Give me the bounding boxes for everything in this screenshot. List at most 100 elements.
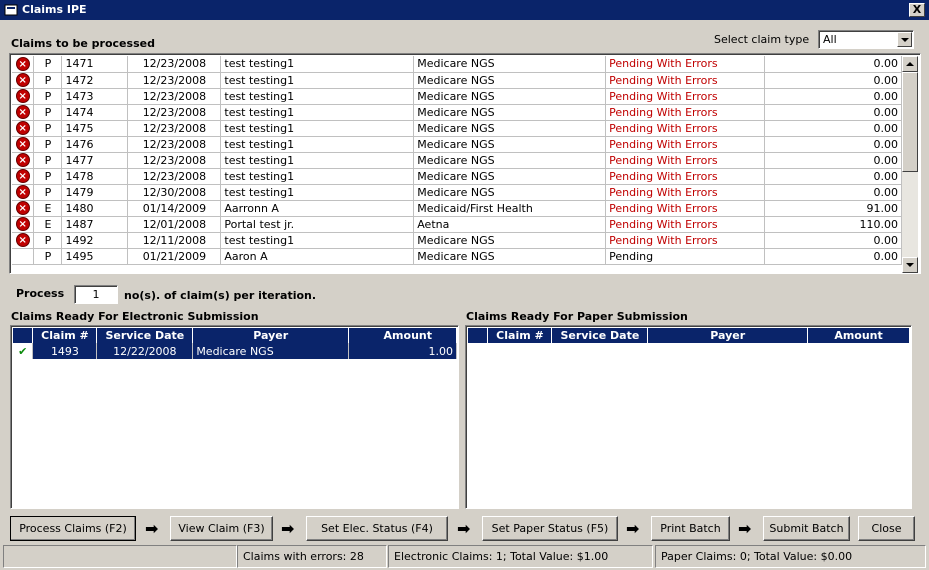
electronic-submission-grid[interactable]: Claim # Service Date Payer Amount ✔ 1493… [10,325,459,509]
table-row[interactable]: × E 1487 12/01/2008 Portal test jr. Aetna Pend… [12,216,902,233]
status-errors: Claims with errors: 28 [237,545,387,568]
amount-cell: 0.00 [764,232,902,249]
claims-to-process-heading: Claims to be processed [11,37,155,50]
service-date-cell: 12/23/2008 [127,56,222,73]
process-claims-button[interactable]: Process Claims (F2) [10,516,136,541]
window-close-button[interactable]: X [909,3,925,17]
select-claim-type-label: Select claim type [714,33,810,46]
table-row[interactable]: × P 1479 12/30/2008 test testing1 Medicare NG… [12,184,902,201]
patient-cell: test testing1 [220,184,415,201]
arrow-right-icon: ➡ [457,519,471,538]
status-code-cell: E [33,216,63,233]
payer-cell: Medicare NGS [413,88,607,105]
col-amount[interactable]: Amount [348,328,457,343]
chevron-down-icon[interactable] [897,32,912,47]
close-button[interactable]: Close [858,516,915,541]
app-icon [4,4,18,16]
claims-to-process-grid[interactable]: × P 1471 12/23/2008 test testing1 Medicare NG… [9,53,921,274]
row-icon-cell: × [12,200,35,217]
col-payer[interactable]: Payer [647,328,809,343]
print-batch-button[interactable]: Print Batch [651,516,730,541]
table-row[interactable]: × P 1473 12/23/2008 test testing1 Medicare NG… [12,88,902,105]
claim-number-cell: 1479 [61,184,129,201]
table-row[interactable]: × P 1475 12/23/2008 test testing1 Medicare NG… [12,120,902,137]
payer-cell: Medicare NGS [413,56,607,73]
service-date-cell: 01/14/2009 [127,200,222,217]
status-pane-empty [3,545,237,568]
table-row[interactable]: × P 1471 12/23/2008 test testing1 Medicare NG… [12,56,902,73]
col-claim-number[interactable]: Claim # [32,328,98,343]
window-title: Claims IPE [22,3,87,16]
claims-per-iteration-input[interactable] [74,285,118,304]
error-icon: × [15,73,30,87]
table-row[interactable]: × P 1476 12/23/2008 test testing1 Medicare NG… [12,136,902,153]
vertical-scrollbar[interactable] [902,56,918,273]
patient-cell: test testing1 [220,152,415,169]
paper-table: Claim # Service Date Payer Amount [468,328,910,343]
col-payer[interactable]: Payer [192,328,350,343]
patient-cell: test testing1 [220,56,415,73]
status-code-cell: P [33,120,63,137]
claim-type-value: All [823,33,837,46]
claim-status-cell: Pending With Errors [605,168,766,185]
claim-number-cell: 1475 [61,120,129,137]
table-row[interactable]: × E 1480 01/14/2009 Aarronn A Medicaid/First … [12,200,902,217]
electronic-table: Claim # Service Date Payer Amount ✔ 1493… [13,328,457,359]
table-row[interactable]: P 1495 01/21/2009 Aaron A Medicare NGS Pendin… [12,248,902,265]
process-label: Process [16,287,65,300]
status-code-cell: P [33,248,63,265]
table-row[interactable]: × P 1474 12/23/2008 test testing1 Medicare NG… [12,104,902,121]
payer-cell: Aetna [413,216,607,233]
claim-number-cell: 1474 [61,104,129,121]
col-selector [13,328,34,343]
service-date-cell: 12/23/2008 [127,136,222,153]
paper-submission-grid[interactable]: Claim # Service Date Payer Amount [465,325,912,509]
error-icon: × [15,233,30,247]
scroll-thumb[interactable] [902,72,918,172]
row-icon-cell [12,248,35,265]
error-icon: × [15,153,30,167]
col-claim-number[interactable]: Claim # [487,328,553,343]
amount-cell: 0.00 [764,184,902,201]
col-service-date[interactable]: Service Date [551,328,649,343]
payer-cell: Medicare NGS [413,104,607,121]
table-row[interactable]: × P 1477 12/23/2008 test testing1 Medicare NG… [12,152,902,169]
check-icon: ✔ [13,343,34,359]
patient-cell: Aaron A [220,248,415,265]
table-row[interactable]: × P 1472 12/23/2008 test testing1 Medicare NG… [12,72,902,89]
payer-cell: Medicare NGS [413,72,607,89]
patient-cell: test testing1 [220,72,415,89]
claim-number-cell: 1472 [61,72,129,89]
claim-number-cell: 1477 [61,152,129,169]
payer-cell: Medicaid/First Health [413,200,607,217]
col-amount[interactable]: Amount [807,328,910,343]
view-claim-button[interactable]: View Claim (F3) [170,516,273,541]
scroll-down-icon[interactable] [902,257,918,273]
set-paper-status-button[interactable]: Set Paper Status (F5) [482,516,618,541]
status-electronic: Electronic Claims: 1; Total Value: $1.00 [388,545,653,568]
amount-cell: 0.00 [764,248,902,265]
set-elec-status-button[interactable]: Set Elec. Status (F4) [306,516,448,541]
row-icon-cell: × [12,120,35,137]
payer-cell: Medicare NGS [192,343,350,359]
patient-cell: Aarronn A [220,200,415,217]
claim-number-cell: 1487 [61,216,129,233]
claim-number-cell: 1493 [32,343,98,359]
claim-type-select[interactable]: All [818,30,914,49]
table-row[interactable]: × P 1478 12/23/2008 test testing1 Medicare NG… [12,168,902,185]
table-row[interactable]: × P 1492 12/11/2008 test testing1 Medicare NG… [12,232,902,249]
row-icon-cell: × [12,216,35,233]
table-row[interactable]: ✔ 1493 12/22/2008 Medicare NGS 1.00 [13,343,457,359]
payer-cell: Medicare NGS [413,232,607,249]
amount-cell: 0.00 [764,88,902,105]
service-date-cell: 01/21/2009 [127,248,222,265]
submit-batch-button[interactable]: Submit Batch [763,516,850,541]
status-code-cell: E [33,200,63,217]
claim-status-cell: Pending With Errors [605,104,766,121]
col-service-date[interactable]: Service Date [96,328,194,343]
process-suffix-label: no(s). of claim(s) per iteration. [124,289,317,302]
service-date-cell: 12/23/2008 [127,120,222,137]
scroll-up-icon[interactable] [902,56,918,72]
claims-table: × P 1471 12/23/2008 test testing1 Medicare NG… [12,56,902,265]
service-date-cell: 12/23/2008 [127,152,222,169]
